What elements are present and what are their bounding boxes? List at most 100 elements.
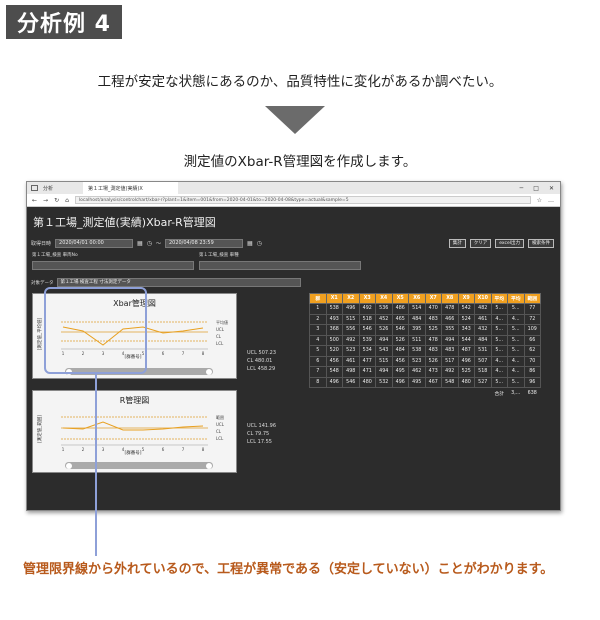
xbar-y-label: [測定値_平均値] — [36, 317, 43, 350]
r-series-line — [62, 421, 204, 431]
column-header[interactable]: 範囲 — [523, 293, 541, 304]
search-conditions-button[interactable]: 検索条件 — [528, 239, 554, 248]
refresh-icon[interactable]: ↻ — [54, 197, 59, 204]
column-header[interactable]: X8 — [441, 293, 459, 304]
minimize-icon[interactable]: ─ — [520, 185, 524, 192]
calendar-icon[interactable]: ▦ — [137, 240, 143, 247]
back-icon[interactable]: ← — [32, 197, 37, 204]
table-cell: 556 — [342, 324, 360, 336]
table-row[interactable]: 7 548 498 471 494 495 462 473 492 525 518 4... 4... 8… — [309, 366, 541, 378]
xbar-ucl-value: UCL 507.23 — [247, 350, 277, 356]
table-cell: 合計 — [494, 391, 505, 397]
table-total-row: 合計 3,... 638 — [310, 388, 541, 399]
vehicle-type-label: 第１工場_検査 車種 — [199, 253, 239, 258]
table-cell: 4... — [507, 366, 525, 378]
column-header[interactable]: X1 — [325, 293, 343, 304]
table-cell: 96 — [523, 376, 541, 388]
table-cell: 515 — [375, 355, 393, 367]
vehicle-no-input[interactable] — [32, 261, 194, 270]
table-cell: 523 — [408, 355, 426, 367]
table-cell: 496 — [457, 355, 475, 367]
table-cell — [326, 388, 343, 399]
table-cell — [458, 388, 475, 399]
r-x-tick: 8 — [202, 447, 205, 452]
table-cell: 5... — [507, 345, 525, 357]
browser-tab-2[interactable]: 第１工場_測定値(実績)X — [83, 182, 179, 194]
r-x-tick: 6 — [162, 447, 165, 452]
table-cell: 395 — [408, 324, 426, 336]
date-from-input[interactable]: 2020/04/01 00:00 — [55, 239, 134, 248]
target-data-select[interactable]: 第１工場 検査工程 寸法測定データ — [56, 278, 301, 287]
target-data-label: 対象データ — [31, 280, 54, 286]
url-input[interactable]: localhost/analysis/controlchart/xbar-r?p… — [74, 196, 531, 204]
close-icon[interactable]: ✕ — [549, 185, 554, 192]
table-row[interactable]: 2 493 515 518 452 465 484 483 466 524 461 4... 4... 7… — [309, 313, 541, 325]
table-row[interactable]: 6 456 461 477 515 456 523 526 517 496 507 4... 4... 7… — [309, 355, 541, 367]
column-header[interactable]: X9 — [457, 293, 475, 304]
table-cell: 500 — [325, 334, 343, 346]
table-row[interactable]: 4 500 492 539 494 526 511 478 494 544 484 5... 5... 6… — [309, 334, 541, 346]
slider-handle[interactable] — [206, 368, 212, 375]
table-cell — [343, 388, 360, 399]
table-cell: 507 — [474, 355, 492, 367]
column-header[interactable]: 平均 — [507, 293, 525, 304]
table-cell: 532 — [375, 376, 393, 388]
clock-icon[interactable]: ◷ — [257, 240, 262, 247]
table-cell: 494 — [375, 334, 393, 346]
aggregate-button[interactable]: 集計 — [448, 239, 466, 248]
table-cell: 478 — [424, 334, 442, 346]
table-cell: 534 — [358, 345, 376, 357]
table-cell: 3,... — [511, 390, 521, 396]
table-cell: 492 — [358, 303, 376, 315]
calendar-icon[interactable]: ▦ — [247, 240, 253, 247]
column-header[interactable]: X5 — [391, 293, 409, 304]
slider-handle[interactable] — [66, 462, 72, 469]
table-cell: 456 — [325, 355, 343, 367]
tab-actions-icon[interactable] — [31, 185, 38, 191]
table-cell: 368 — [325, 324, 343, 336]
table-row[interactable]: 1 538 496 492 536 486 514 470 478 542 482 5... 5... 7… — [309, 303, 541, 315]
table-cell: 70 — [523, 355, 541, 367]
table-cell: 72 — [523, 313, 541, 325]
home-icon[interactable]: ⌂ — [65, 197, 69, 204]
date-range-row: 取得日時 2020/04/01 00:00 ▦ ◷ ～ 2020/04/08 2… — [31, 239, 262, 248]
table-cell: 542 — [457, 303, 475, 315]
subtitle-text: 測定値のXbar-R管理図を作成します。 — [183, 154, 417, 170]
table-row[interactable]: 3 368 556 546 526 546 395 525 355 343 432 5... 5... 1… — [309, 324, 541, 336]
date-to-input[interactable]: 2020/04/08 23:59 — [164, 239, 243, 248]
column-header[interactable]: X2 — [342, 293, 360, 304]
vehicle-type-input[interactable] — [199, 261, 361, 270]
r-range-slider[interactable] — [65, 462, 213, 469]
browser-tab-1[interactable]: 分析 — [38, 182, 58, 194]
column-header[interactable]: 群 — [309, 293, 327, 304]
table-cell — [376, 388, 393, 399]
table-cell: 548 — [441, 376, 459, 388]
r-x-tick: 2 — [82, 447, 85, 452]
column-header[interactable]: X7 — [424, 293, 442, 304]
example-badge: 分析例 4 — [6, 5, 122, 39]
table-cell — [475, 388, 492, 399]
table-cell: 523 — [342, 345, 360, 357]
table-cell: 3 — [309, 324, 327, 336]
r-chart-panel: R管理図 [測定値_範囲] [群番号] 1 2 3 4 5 6 7 8 範囲 U… — [32, 390, 237, 473]
table-row[interactable]: 8 496 546 480 532 496 495 467 548 480 527 5... 5... 9… — [309, 376, 541, 388]
column-header[interactable]: X10 — [474, 293, 492, 304]
table-cell: 518 — [358, 313, 376, 325]
table-cell: 471 — [358, 366, 376, 378]
column-header[interactable]: X4 — [375, 293, 393, 304]
table-cell: 480 — [457, 376, 475, 388]
menu-icon[interactable]: … — [548, 197, 560, 204]
favorite-icon[interactable]: ☆ — [537, 197, 542, 204]
excel-export-button[interactable]: excel出力 — [495, 239, 524, 248]
column-header[interactable]: 平均 — [490, 293, 508, 304]
column-header[interactable]: X3 — [358, 293, 376, 304]
conclusion-note: 管理限界線から外れているので、工程が異常である（安定していない）ことがわかります… — [23, 562, 554, 577]
clock-icon[interactable]: ◷ — [147, 240, 152, 247]
clear-button[interactable]: クリア — [469, 239, 492, 248]
forward-icon[interactable]: → — [43, 197, 48, 204]
table-row[interactable]: 5 520 523 534 543 484 538 483 483 487 531 5... 5... 6… — [309, 345, 541, 357]
column-header[interactable]: X6 — [408, 293, 426, 304]
maximize-icon[interactable]: □ — [533, 185, 539, 192]
table-cell: 524 — [457, 313, 475, 325]
slider-handle[interactable] — [206, 462, 212, 469]
